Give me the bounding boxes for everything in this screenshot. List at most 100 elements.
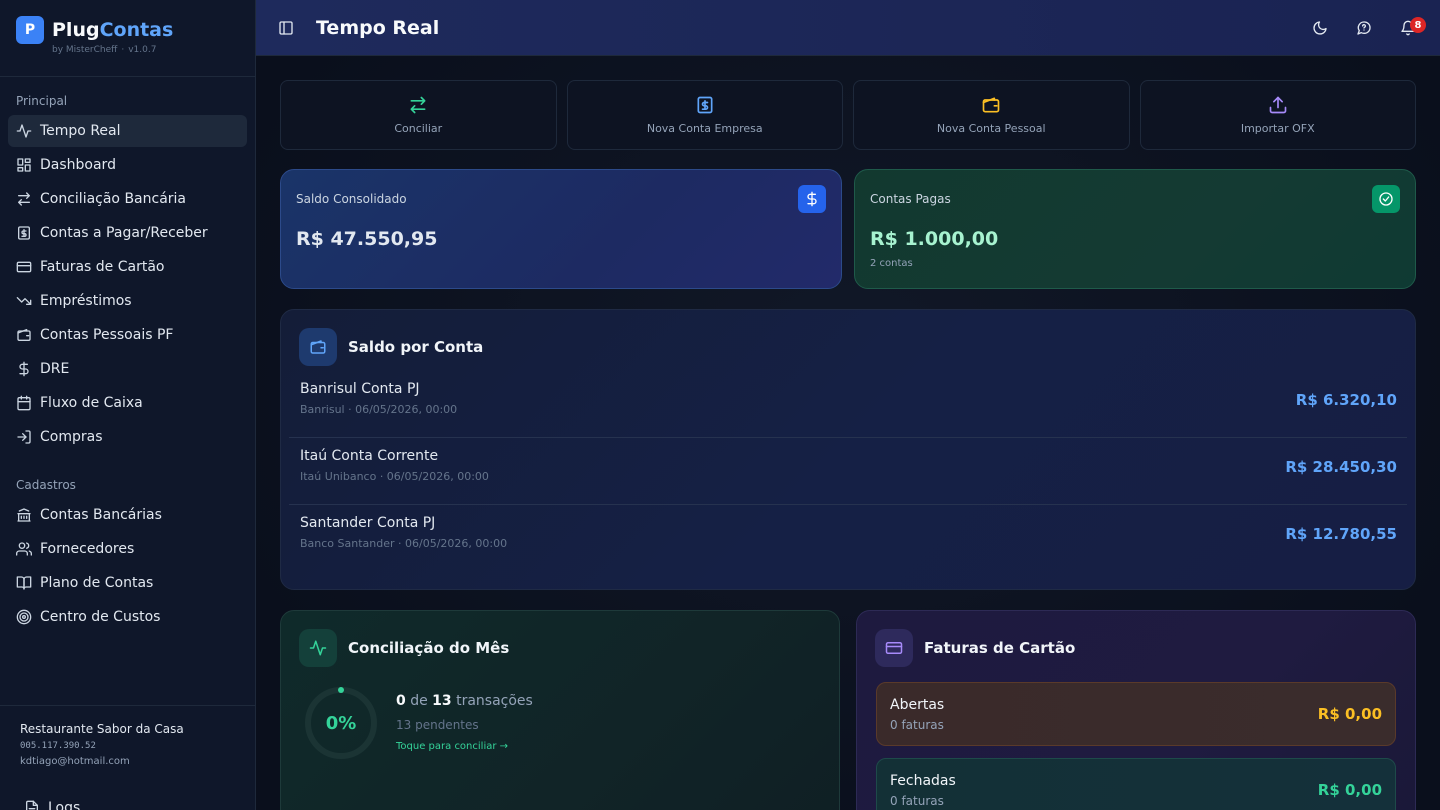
account-balance: R$ 12.780,55: [1285, 525, 1397, 543]
main-content: Conciliar Nova Conta Empresa Nova Conta …: [256, 56, 1440, 810]
conciliar-link[interactable]: Toque para conciliar →: [396, 741, 508, 752]
contas-pagas-card: Contas Pagas R$ 1.000,00 2 contas: [854, 169, 1416, 289]
action-label: Importar OFX: [1240, 122, 1315, 135]
sidebar-item-fornecedores[interactable]: Fornecedores: [8, 533, 247, 565]
nav-section-principal: Principal: [16, 94, 68, 108]
sidebar-item-label: Centro de Custos: [40, 609, 161, 625]
saldo-por-conta-card: Saldo por Conta Banrisul Conta PJ Banris…: [280, 309, 1416, 590]
brand-by: by MisterCheff: [52, 45, 118, 55]
sidebar-item-emprestimos[interactable]: Empréstimos: [8, 285, 247, 317]
brand: P PlugContas by MisterCheff · v1.0.7: [0, 0, 255, 77]
action-nova-conta-pessoal-button[interactable]: Nova Conta Pessoal: [853, 80, 1130, 150]
sidebar-item-contas-pagar[interactable]: Contas a Pagar/Receber: [8, 217, 247, 249]
sidebar-item-fluxo-caixa[interactable]: Fluxo de Caixa: [8, 387, 247, 419]
faturas-fechadas[interactable]: Fechadas 0 faturas R$ 0,00: [876, 758, 1396, 810]
sidebar-item-label: Plano de Contas: [40, 575, 154, 591]
section-title: Faturas de Cartão: [924, 639, 1076, 657]
sidebar-item-label: Tempo Real: [40, 123, 121, 139]
fatura-label: Fechadas: [890, 773, 956, 789]
account-meta: Banrisul · 06/05/2026, 00:00: [300, 403, 458, 416]
company-name: Restaurante Sabor da Casa: [20, 722, 184, 736]
sidebar-item-faturas[interactable]: Faturas de Cartão: [8, 251, 247, 283]
action-importar-ofx-button[interactable]: Importar OFX: [1139, 80, 1416, 150]
sidebar-item-contas-bancarias[interactable]: Contas Bancárias: [8, 499, 247, 531]
section-title: Saldo por Conta: [348, 338, 484, 356]
done-count: 0: [396, 693, 406, 709]
sidebar-item-label: Contas Bancárias: [40, 507, 162, 523]
receipt-icon: [16, 225, 32, 241]
brand-version: v1.0.7: [128, 45, 157, 55]
sidebar-item-logs[interactable]: Logs: [16, 792, 88, 810]
arrows-icon: [410, 96, 426, 114]
upload-icon: [1269, 96, 1287, 114]
wallet-icon: [299, 328, 337, 366]
of-text: de: [410, 693, 428, 709]
nav-section-cadastros: Cadastros: [16, 478, 76, 492]
activity-icon: [16, 123, 32, 139]
fatura-value: R$ 0,00: [1317, 705, 1382, 723]
sidebar: P PlugContas by MisterCheff · v1.0.7 Princ…: [0, 0, 256, 810]
panel-left-icon: [279, 20, 293, 35]
sidebar-item-label: Dashboard: [40, 157, 116, 173]
dollar-icon: [798, 185, 826, 213]
brand-sub: by MisterCheff · v1.0.7: [52, 45, 157, 55]
sidebar-item-label: Compras: [40, 429, 103, 445]
fatura-count: 0 faturas: [890, 794, 944, 808]
account-name: Santander Conta PJ: [300, 515, 436, 531]
fatura-value: R$ 0,00: [1317, 781, 1382, 799]
credit-card-icon: [16, 259, 32, 275]
account-balance: R$ 28.450,30: [1285, 458, 1397, 476]
progress-percent: 0%: [325, 712, 357, 734]
account-row[interactable]: Itaú Conta Corrente Itaú Unibanco · 06/0…: [289, 438, 1407, 505]
sidebar-item-tempo-real[interactable]: Tempo Real: [8, 115, 247, 147]
credit-card-icon: [875, 629, 913, 667]
target-icon: [16, 609, 32, 625]
action-nova-conta-empresa-button[interactable]: Nova Conta Empresa: [566, 80, 843, 150]
sidebar-item-dashboard[interactable]: Dashboard: [8, 149, 247, 181]
action-conciliar-button[interactable]: Conciliar: [280, 80, 557, 150]
sidebar-item-label: Empréstimos: [40, 293, 132, 309]
action-label: Conciliar: [394, 122, 443, 135]
bank-icon: [16, 507, 32, 523]
card-value: R$ 1.000,00: [870, 228, 999, 250]
account-row[interactable]: Banrisul Conta PJ Banrisul · 06/05/2026,…: [289, 371, 1407, 438]
sidebar-item-plano-contas[interactable]: Plano de Contas: [8, 567, 247, 599]
notification-badge: 8: [1410, 17, 1426, 33]
action-label: Nova Conta Empresa: [646, 122, 763, 135]
account-row[interactable]: Santander Conta PJ Banco Santander · 06/…: [289, 505, 1407, 572]
moon-icon: [1313, 21, 1327, 35]
sidebar-toggle-button[interactable]: [274, 16, 298, 40]
action-label: Nova Conta Pessoal: [936, 122, 1046, 135]
saldo-consolidado-card: Saldo Consolidado R$ 47.550,95: [280, 169, 842, 289]
sidebar-item-label: Faturas de Cartão: [40, 259, 165, 275]
transactions-summary: 0 de 13 transações: [396, 693, 533, 709]
company-info: Restaurante Sabor da Casa 005.117.390.52…: [0, 705, 255, 767]
activity-icon: [299, 629, 337, 667]
account-balance: R$ 6.320,10: [1295, 391, 1397, 409]
account-name: Banrisul Conta PJ: [300, 381, 420, 397]
calendar-icon: [16, 395, 32, 411]
sidebar-item-contas-pessoais[interactable]: Contas Pessoais PF: [8, 319, 247, 351]
sidebar-item-conciliacao[interactable]: Conciliação Bancária: [8, 183, 247, 215]
card-value: R$ 47.550,95: [296, 228, 438, 250]
sidebar-item-compras[interactable]: Compras: [8, 421, 247, 453]
notifications-button[interactable]: 8: [1392, 12, 1426, 44]
help-button[interactable]: [1348, 12, 1380, 44]
pending-count: 13 pendentes: [396, 718, 479, 732]
brand-logo[interactable]: P: [16, 16, 44, 44]
brand-prefix: Plug: [52, 19, 100, 41]
card-sub: 2 contas: [870, 258, 913, 269]
sidebar-item-dre[interactable]: DRE: [8, 353, 247, 385]
account-name: Itaú Conta Corrente: [300, 448, 439, 464]
sidebar-item-label: Fornecedores: [40, 541, 135, 557]
faturas-abertas[interactable]: Abertas 0 faturas R$ 0,00: [876, 682, 1396, 746]
account-meta: Banco Santander · 06/05/2026, 00:00: [300, 537, 508, 550]
dollar-icon: [16, 361, 32, 377]
login-icon: [16, 429, 32, 445]
company-cnpj: 005.117.390.52: [20, 741, 96, 751]
theme-toggle-button[interactable]: [1304, 12, 1336, 44]
file-text-icon: [24, 800, 40, 810]
section-title: Conciliação do Mês: [348, 639, 510, 657]
sidebar-item-centro-custos[interactable]: Centro de Custos: [8, 601, 247, 633]
arrows-icon: [16, 191, 32, 207]
